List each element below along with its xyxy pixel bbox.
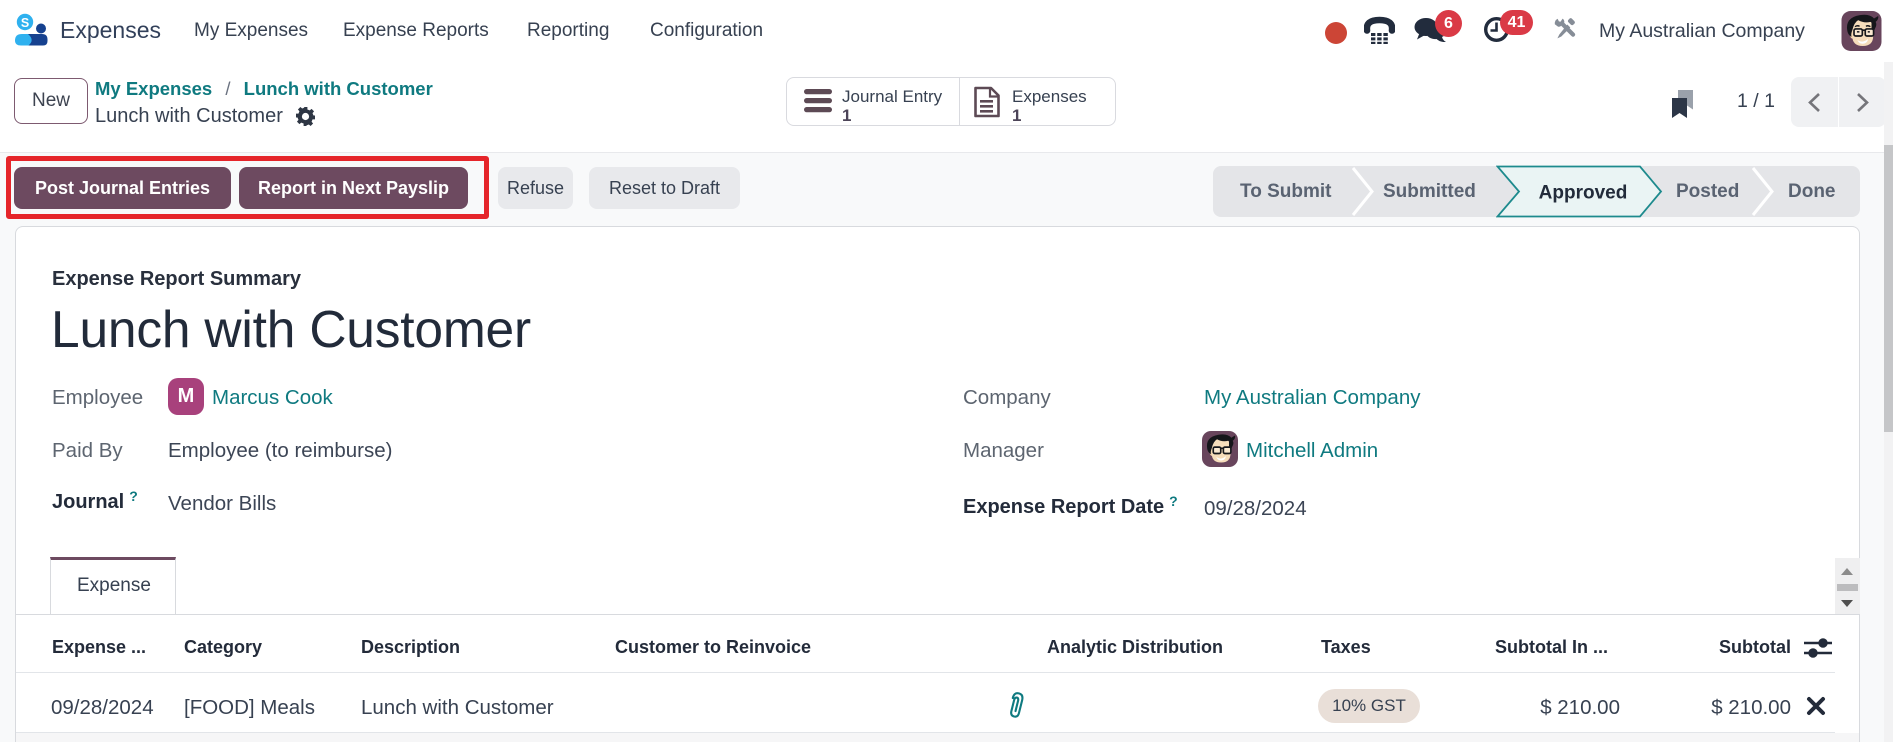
svg-text:S: S <box>21 16 29 30</box>
svg-text:Approved: Approved <box>1539 183 1628 204</box>
